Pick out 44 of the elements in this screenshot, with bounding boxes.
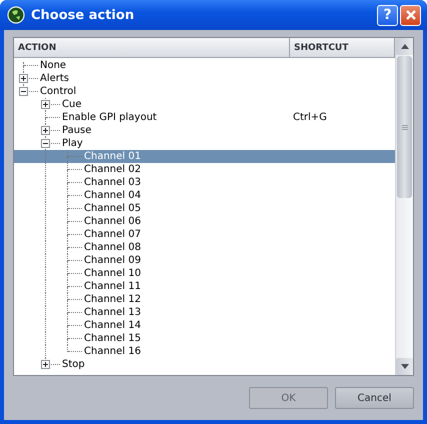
tree-item[interactable]: Channel 09 xyxy=(83,254,141,267)
dialog-button[interactable]: Cancel xyxy=(335,387,414,409)
scrollbar-thumb[interactable] xyxy=(397,56,412,198)
tree-item[interactable]: Alerts xyxy=(39,72,70,85)
tree-item[interactable]: Channel 02 xyxy=(83,163,141,176)
tree-item[interactable]: Cue xyxy=(61,98,82,111)
tree-item[interactable]: Channel 05 xyxy=(83,202,141,215)
tree-item[interactable]: Channel 06 xyxy=(83,215,141,228)
close-button[interactable] xyxy=(400,4,421,26)
tree-item[interactable]: Channel 16 xyxy=(83,345,141,358)
up-arrow-icon xyxy=(400,44,408,49)
tree-item[interactable]: Pause xyxy=(61,124,92,137)
tree-item[interactable]: Channel 04 xyxy=(83,189,141,202)
tree-item[interactable]: None xyxy=(39,59,66,72)
tree-item[interactable]: Channel 11 xyxy=(83,280,141,293)
tree-item[interactable]: Stop xyxy=(61,358,85,371)
expand-icon[interactable] xyxy=(41,126,50,135)
tree-item[interactable]: Channel 07 xyxy=(83,228,141,241)
close-icon xyxy=(404,9,416,21)
scroll-up-button[interactable] xyxy=(396,38,413,55)
help-button[interactable]: ? xyxy=(377,4,398,26)
down-arrow-icon xyxy=(400,364,408,369)
expand-icon[interactable] xyxy=(19,74,28,83)
tree-item[interactable]: Channel 12 xyxy=(83,293,141,306)
window-title: Choose action xyxy=(31,8,136,22)
tree-item[interactable]: Channel 15 xyxy=(83,332,141,345)
expand-icon[interactable] xyxy=(41,360,50,369)
collapse-icon[interactable] xyxy=(19,87,28,96)
shortcut-text: Ctrl+G xyxy=(293,112,327,123)
collapse-icon[interactable] xyxy=(41,139,50,148)
tree-item[interactable]: Control xyxy=(39,85,76,98)
tree-item[interactable]: Channel 08 xyxy=(83,241,141,254)
grip-icon xyxy=(402,124,408,130)
tree-item[interactable]: Play xyxy=(61,137,83,150)
tree-item[interactable]: Channel 03 xyxy=(83,176,141,189)
tree-item[interactable]: Channel 14 xyxy=(83,319,141,332)
tree-item[interactable]: Enable GPI playout xyxy=(61,111,157,124)
tree-item[interactable]: Channel 10 xyxy=(83,267,141,280)
scrollbar[interactable] xyxy=(395,38,413,375)
scroll-down-button[interactable] xyxy=(396,358,413,375)
globe-icon xyxy=(7,6,25,24)
tree-item[interactable]: Channel 13 xyxy=(83,306,141,319)
expand-icon[interactable] xyxy=(41,100,50,109)
column-header[interactable]: ACTION xyxy=(14,38,290,57)
